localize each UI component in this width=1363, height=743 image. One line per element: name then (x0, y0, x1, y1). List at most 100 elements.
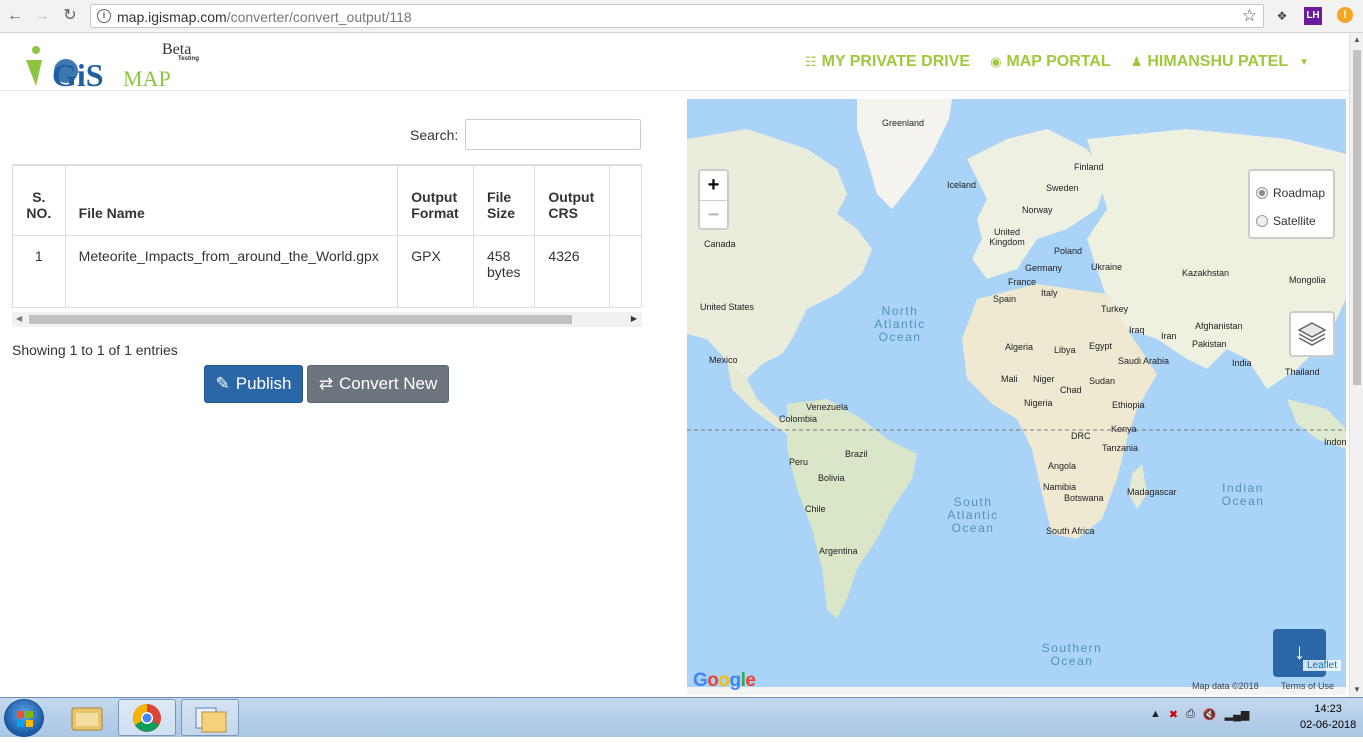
radio-satellite[interactable] (1256, 215, 1268, 227)
map-label: Angola (1048, 461, 1077, 471)
map-label: Ukraine (1091, 262, 1123, 272)
map-label: Ethiopia (1112, 400, 1145, 410)
map-label: Afghanistan (1195, 321, 1243, 331)
nav-user-menu[interactable]: ♟ HIMANSHU PATEL ▼ (1131, 53, 1309, 71)
col-header-file-size[interactable]: File Size (473, 165, 536, 236)
map-label: Niger (1033, 374, 1055, 384)
main-nav: ☷ MY PRIVATE DRIVE ◉ MAP PORTAL ♟ HIMANSHU … (805, 53, 1309, 71)
ocean-label: Southern Ocean (1041, 641, 1103, 668)
nav-my-private-drive[interactable]: ☷ MY PRIVATE DRIVE (805, 53, 970, 71)
extension-lh-icon[interactable]: LH (1304, 7, 1322, 25)
globe-icon: ◉ (990, 54, 1002, 69)
map-label: Chad (1060, 385, 1082, 395)
page-scrollbar[interactable]: ▲ ▼ (1349, 33, 1363, 697)
google-logo: Google (693, 670, 756, 691)
info-icon[interactable]: i (97, 9, 111, 23)
map-label: Pakistan (1192, 339, 1227, 349)
map-label: United States (700, 302, 755, 312)
cell-output-crs: 4326 (534, 235, 611, 308)
reload-icon[interactable]: ↻ (60, 6, 80, 26)
map-label: Kenya (1111, 424, 1137, 434)
output-table: S. NO. File Name Output Format File Size… (12, 165, 642, 308)
printer-icon[interactable]: ⎙ (1186, 708, 1195, 721)
map-label: Botswana (1064, 493, 1104, 503)
map-label: Iceland (947, 180, 977, 190)
database-icon: ☷ (804, 54, 817, 69)
ocean-label: South Atlantic Ocean (947, 495, 999, 535)
ocean-label: North Atlantic Ocean (874, 304, 926, 344)
map-label: Bolivia (818, 473, 845, 483)
table-horizontal-scrollbar[interactable]: ◀ ▶ (12, 312, 642, 327)
site-header: GiS MAP Beta Testing ☷ MY PRIVATE DRIVE ◉… (0, 33, 1349, 93)
cell-output-format: GPX (397, 235, 475, 308)
satellite-option[interactable]: Satellite (1256, 207, 1333, 235)
map-label: Egypt (1089, 341, 1113, 351)
cell-file-size: 458 bytes (473, 235, 536, 308)
map-label: Spain (993, 294, 1017, 304)
map-label: United Kingdom (989, 227, 1025, 247)
extension-signature-icon[interactable]: ❖ (1273, 7, 1291, 25)
map-label: Madagascar (1127, 487, 1177, 497)
forward-icon[interactable]: → (32, 6, 52, 26)
network-error-icon[interactable]: ✖ (1169, 708, 1178, 721)
taskbar-folder[interactable] (181, 699, 239, 736)
layers-button[interactable] (1289, 311, 1335, 357)
map-label: Canada (704, 239, 736, 249)
start-button[interactable] (4, 699, 44, 737)
alert-icon[interactable]: ! (1337, 7, 1353, 23)
map-label: Tanzania (1102, 443, 1139, 453)
taskbar-explorer[interactable] (58, 699, 116, 736)
col-header-output-crs[interactable]: Output CRS (534, 165, 611, 236)
cell-file-name: Meteorite_Impacts_from_around_the_World.… (64, 235, 399, 308)
scroll-right-arrow-icon[interactable]: ▶ (631, 314, 637, 323)
nav-map-portal[interactable]: ◉ MAP PORTAL (990, 53, 1111, 71)
cell-sno: 1 (12, 235, 66, 308)
scroll-left-arrow-icon[interactable]: ◀ (16, 314, 22, 323)
table-row: 1 Meteorite_Impacts_from_around_the_Worl… (12, 235, 642, 308)
address-bar[interactable]: i map.igismap.com/converter/convert_outp… (90, 4, 1264, 28)
col-header-sno[interactable]: S. NO. (12, 165, 66, 236)
map-label: Saudi Arabia (1118, 356, 1170, 366)
bookmark-star-icon[interactable]: ☆ (1242, 6, 1257, 26)
roadmap-option[interactable]: Roadmap (1256, 179, 1333, 207)
map-label: Iran (1161, 331, 1177, 341)
signal-icon[interactable]: ▂▄▆ (1225, 708, 1250, 721)
search-input[interactable] (465, 119, 641, 150)
browser-toolbar: ← → ↻ i map.igismap.com/converter/conver… (0, 0, 1363, 33)
map-label: Sudan (1089, 376, 1116, 386)
map-label: Nigeria (1024, 398, 1053, 408)
caret-down-icon: ▼ (1299, 56, 1309, 68)
publish-button[interactable]: ✎ Publish (204, 365, 303, 403)
scrollbar-thumb[interactable] (1353, 50, 1361, 385)
volume-muted-icon[interactable]: 🔇 (1203, 708, 1217, 721)
map-label: Chile (805, 504, 826, 514)
windows-taskbar: ▲ ✖ ⎙ 🔇 ▂▄▆ 14:23 02-06-2018 (0, 697, 1363, 737)
map-label: Mexico (709, 355, 738, 365)
zoom-in-button[interactable]: + (700, 171, 727, 200)
col-header-output-format[interactable]: Output Format (397, 165, 475, 236)
scroll-up-arrow-icon[interactable]: ▲ (1350, 33, 1363, 47)
col-header-extra (609, 165, 642, 236)
map-label: Greenland (882, 118, 925, 128)
igismap-logo[interactable]: GiS MAP Beta Testing (22, 38, 212, 93)
search-label: Search: (410, 127, 459, 143)
leaflet-attribution[interactable]: Leaflet (1303, 660, 1342, 671)
terms-of-use-link[interactable]: Terms of Use (1281, 681, 1334, 691)
svg-text:MAP: MAP (123, 66, 171, 90)
taskbar-chrome[interactable] (118, 699, 176, 736)
col-header-file-name[interactable]: File Name (64, 165, 399, 236)
table-info: Showing 1 to 1 of 1 entries (12, 342, 178, 358)
convert-new-button[interactable]: ⇄ Convert New (307, 365, 449, 403)
zoom-out-button[interactable]: − (700, 200, 727, 229)
map-view[interactable]: Greenland Iceland Finland Sweden Norway … (687, 99, 1346, 695)
scroll-down-arrow-icon[interactable]: ▼ (1350, 683, 1363, 697)
map-label: DRC (1071, 431, 1091, 441)
back-icon[interactable]: ← (5, 6, 25, 26)
map-label: Finland (1074, 162, 1104, 172)
radio-roadmap[interactable] (1256, 187, 1268, 199)
table-scrollbar-thumb[interactable] (29, 315, 572, 324)
svg-text:GiS: GiS (52, 57, 104, 90)
show-hidden-icons-icon[interactable]: ▲ (1150, 708, 1161, 721)
system-clock[interactable]: 14:23 02-06-2018 (1300, 701, 1356, 733)
map-label: Italy (1041, 288, 1058, 298)
